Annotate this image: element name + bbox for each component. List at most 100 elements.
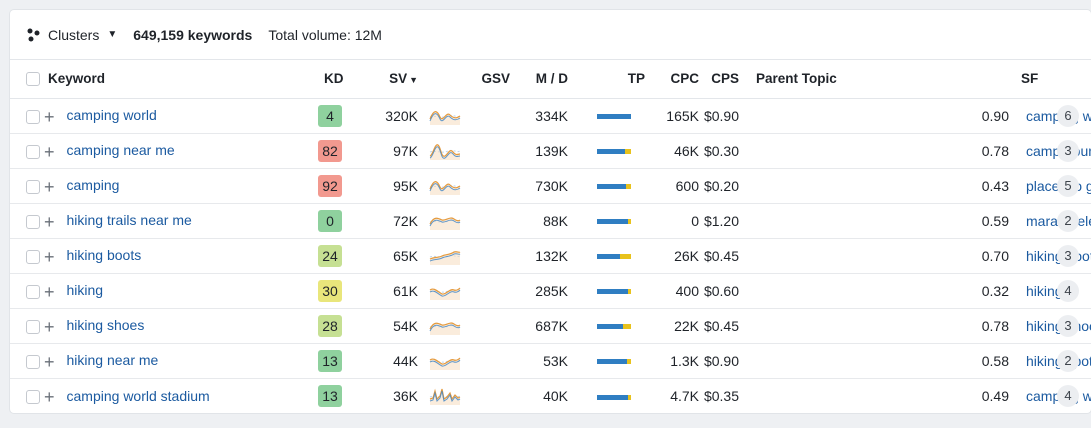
table-row: + hiking near me 13 44K 53K 1.3K $0.90 0.… <box>10 343 1091 378</box>
tp-cell: 600 <box>675 177 699 194</box>
add-keyword-icon[interactable]: + <box>44 213 55 231</box>
keyword-link[interactable]: camping world stadium <box>67 388 210 404</box>
row-checkbox[interactable] <box>26 319 40 334</box>
mobile-desktop-bar <box>596 254 631 260</box>
md-cell <box>568 168 645 203</box>
column-sf[interactable]: SF <box>1009 60 1049 98</box>
kd-cell: 0 <box>318 203 354 238</box>
add-keyword-icon[interactable]: + <box>44 143 55 161</box>
serp-features-count[interactable]: 6 <box>1057 104 1079 127</box>
add-keyword-icon[interactable]: + <box>44 248 55 266</box>
kd-badge: 13 <box>318 384 342 407</box>
row-checkbox-cell <box>10 168 48 203</box>
sv-cell: 54K <box>393 317 418 334</box>
row-checkbox[interactable] <box>26 354 40 369</box>
add-keyword-icon[interactable]: + <box>44 388 55 406</box>
keyword-link[interactable]: camping world <box>67 107 157 123</box>
keyword-link[interactable]: camping <box>67 177 120 193</box>
md-cell <box>568 238 645 273</box>
total-volume: Total volume: 12M <box>268 26 382 43</box>
mobile-share <box>596 394 629 400</box>
trend-sparkline[interactable] <box>428 212 462 230</box>
add-keyword-icon[interactable]: + <box>44 318 55 336</box>
add-keyword-icon[interactable]: + <box>44 108 55 126</box>
keyword-link[interactable]: hiking <box>67 282 104 298</box>
column-gsv[interactable]: GSV <box>418 60 510 98</box>
column-cps[interactable]: CPS <box>699 60 739 98</box>
clusters-label: Clusters <box>48 26 100 43</box>
column-actions <box>1049 60 1091 98</box>
keyword-cell: + hiking <box>44 273 318 308</box>
kd-badge: 24 <box>318 244 342 267</box>
trend-sparkline[interactable] <box>428 177 462 195</box>
column-cpc[interactable]: CPC <box>645 60 699 98</box>
serp-features-count[interactable]: 3 <box>1057 314 1079 337</box>
keywords-panel: Clusters ▼ 649,159 keywords Total volume… <box>10 10 1091 413</box>
add-keyword-icon[interactable]: + <box>44 283 55 301</box>
row-checkbox[interactable] <box>26 284 40 299</box>
add-keyword-icon[interactable]: + <box>44 178 55 196</box>
kd-badge: 4 <box>318 104 342 127</box>
serp-features-count[interactable]: 2 <box>1057 209 1079 232</box>
mobile-share <box>596 184 627 190</box>
serp-features-count[interactable]: 4 <box>1057 384 1079 407</box>
parent-topic-cell: hiking shoes <box>1009 308 1091 343</box>
column-tp[interactable]: TP <box>568 60 645 98</box>
cps-cell: 0.59 <box>981 212 1009 229</box>
serp-features-count[interactable]: 3 <box>1057 139 1079 162</box>
keyword-link[interactable]: camping near me <box>67 142 175 158</box>
trend-sparkline-cell <box>418 98 510 133</box>
serp-features-count[interactable]: 4 <box>1057 279 1079 302</box>
cps-cell: 0.78 <box>981 142 1009 159</box>
row-checkbox[interactable] <box>26 214 40 229</box>
column-sv[interactable]: SV ▼ <box>354 60 418 98</box>
keyword-link[interactable]: hiking boots <box>67 247 142 263</box>
cps-cell: 0.58 <box>981 352 1009 369</box>
trend-sparkline[interactable] <box>428 317 462 335</box>
kd-badge: 28 <box>318 314 342 337</box>
row-checkbox[interactable] <box>26 249 40 264</box>
row-checkbox[interactable] <box>26 179 40 194</box>
column-md[interactable]: M / D <box>510 60 568 98</box>
desktop-share <box>627 359 631 365</box>
kd-cell: 82 <box>318 133 354 168</box>
keyword-link[interactable]: hiking near me <box>67 352 159 368</box>
select-all-checkbox[interactable] <box>26 72 40 87</box>
column-kd[interactable]: KD <box>318 60 354 98</box>
row-checkbox-cell <box>10 238 48 273</box>
row-checkbox[interactable] <box>26 109 40 124</box>
keywords-table: Keyword KD SV ▼ GSV M / D TP CPC CPS Pare… <box>10 60 1091 413</box>
row-checkbox[interactable] <box>26 389 40 404</box>
parent-topic-cell: campgrounds near me <box>1009 133 1091 168</box>
column-parent-topic[interactable]: Parent Topic <box>739 60 1009 98</box>
desktop-share <box>620 254 631 260</box>
table-row: + camping 92 95K 730K 600 $0.20 0.43 plac… <box>10 168 1091 203</box>
table-row: + camping world stadium 13 36K 40K 4.7K $… <box>10 378 1091 413</box>
trend-sparkline[interactable] <box>428 142 462 160</box>
trend-sparkline[interactable] <box>428 107 462 125</box>
column-keyword[interactable]: Keyword <box>48 60 318 98</box>
keyword-link[interactable]: hiking shoes <box>67 317 145 333</box>
trend-sparkline[interactable] <box>428 387 462 405</box>
serp-features-count[interactable]: 2 <box>1057 349 1079 372</box>
cpc-cell: $0.45 <box>703 317 739 334</box>
serp-features-count[interactable]: 3 <box>1057 244 1079 267</box>
row-checkbox[interactable] <box>26 144 40 159</box>
tp-cell: 0 <box>691 212 699 229</box>
trend-sparkline[interactable] <box>428 247 462 265</box>
clusters-dropdown[interactable]: Clusters ▼ <box>26 27 117 43</box>
sv-cell: 65K <box>393 247 418 264</box>
kd-cell: 4 <box>318 98 354 133</box>
kd-cell: 13 <box>318 378 354 413</box>
row-checkbox-cell <box>10 308 48 343</box>
add-keyword-icon[interactable]: + <box>44 353 55 371</box>
keyword-cell: + camping near me <box>44 133 318 168</box>
keyword-count: 649,159 keywords <box>133 26 253 43</box>
trend-sparkline[interactable] <box>428 282 462 300</box>
keyword-link[interactable]: hiking trails near me <box>67 212 192 228</box>
sv-cell: 44K <box>393 352 418 369</box>
cps-cell: 0.70 <box>981 247 1009 264</box>
desktop-share <box>625 149 631 155</box>
serp-features-count[interactable]: 5 <box>1057 174 1079 197</box>
trend-sparkline[interactable] <box>428 352 462 370</box>
